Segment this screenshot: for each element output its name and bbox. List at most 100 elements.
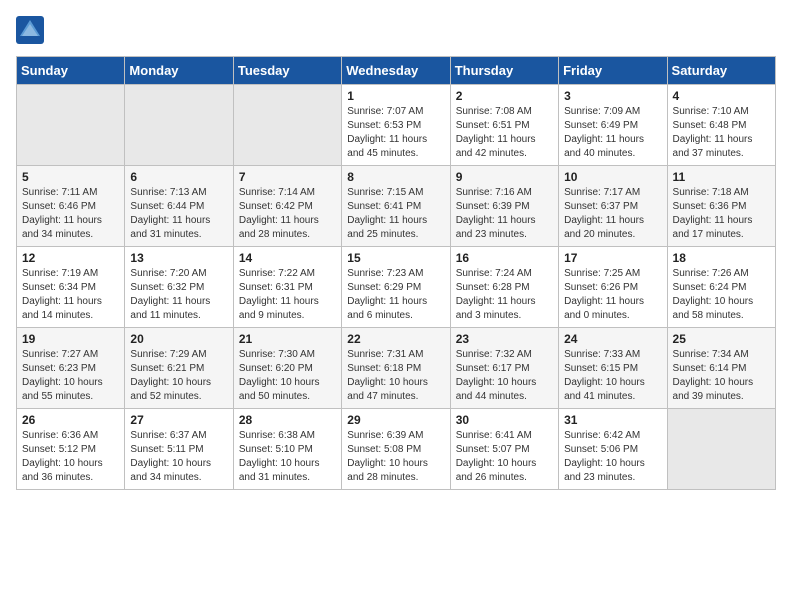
day-number: 27 (130, 413, 227, 427)
day-info: Sunrise: 7:08 AM Sunset: 6:51 PM Dayligh… (456, 105, 553, 161)
day-number: 28 (239, 413, 336, 427)
calendar-cell: 19Sunrise: 7:27 AM Sunset: 6:23 PM Dayli… (17, 328, 125, 409)
day-number: 14 (239, 251, 336, 265)
day-number: 18 (673, 251, 770, 265)
day-info: Sunrise: 6:37 AM Sunset: 5:11 PM Dayligh… (130, 429, 227, 485)
day-number: 22 (347, 332, 444, 346)
logo-icon (16, 16, 44, 44)
calendar-week-4: 19Sunrise: 7:27 AM Sunset: 6:23 PM Dayli… (17, 328, 776, 409)
day-number: 5 (22, 170, 119, 184)
calendar-cell: 13Sunrise: 7:20 AM Sunset: 6:32 PM Dayli… (125, 247, 233, 328)
weekday-header-monday: Monday (125, 57, 233, 85)
calendar-week-3: 12Sunrise: 7:19 AM Sunset: 6:34 PM Dayli… (17, 247, 776, 328)
day-info: Sunrise: 7:13 AM Sunset: 6:44 PM Dayligh… (130, 186, 227, 242)
day-number: 9 (456, 170, 553, 184)
calendar-cell: 2 Sunrise: 7:08 AM Sunset: 6:51 PM Daylig… (450, 85, 558, 166)
day-number: 4 (673, 89, 770, 103)
day-info: Sunrise: 6:38 AM Sunset: 5:10 PM Dayligh… (239, 429, 336, 485)
day-info: Sunrise: 7:15 AM Sunset: 6:41 PM Dayligh… (347, 186, 444, 242)
calendar-cell: 12Sunrise: 7:19 AM Sunset: 6:34 PM Dayli… (17, 247, 125, 328)
day-info: Sunrise: 7:30 AM Sunset: 6:20 PM Dayligh… (239, 348, 336, 404)
weekday-header-tuesday: Tuesday (233, 57, 341, 85)
weekday-header-wednesday: Wednesday (342, 57, 450, 85)
calendar-cell: 7 Sunrise: 7:14 AM Sunset: 6:42 PM Daylig… (233, 166, 341, 247)
day-info: Sunrise: 7:34 AM Sunset: 6:14 PM Dayligh… (673, 348, 770, 404)
calendar-cell: 29Sunrise: 6:39 AM Sunset: 5:08 PM Dayli… (342, 409, 450, 490)
calendar-cell: 15 Sunrise: 7:23 AM Sunset: 6:29 PM Dayli… (342, 247, 450, 328)
calendar-cell: 11 Sunrise: 7:18 AM Sunset: 6:36 PM Dayli… (667, 166, 775, 247)
calendar-cell: 21 Sunrise: 7:30 AM Sunset: 6:20 PM Dayli… (233, 328, 341, 409)
day-number: 30 (456, 413, 553, 427)
calendar-cell: 30Sunrise: 6:41 AM Sunset: 5:07 PM Dayli… (450, 409, 558, 490)
calendar-cell: 1 Sunrise: 7:07 AM Sunset: 6:53 PM Daylig… (342, 85, 450, 166)
calendar-cell: 3 Sunrise: 7:09 AM Sunset: 6:49 PM Daylig… (559, 85, 667, 166)
logo (16, 16, 48, 44)
calendar-cell: 8 Sunrise: 7:15 AM Sunset: 6:41 PM Daylig… (342, 166, 450, 247)
calendar-cell: 28 Sunrise: 6:38 AM Sunset: 5:10 PM Dayli… (233, 409, 341, 490)
day-number: 25 (673, 332, 770, 346)
day-number: 2 (456, 89, 553, 103)
weekday-header-thursday: Thursday (450, 57, 558, 85)
calendar-cell: 27 Sunrise: 6:37 AM Sunset: 5:11 PM Dayli… (125, 409, 233, 490)
day-info: Sunrise: 7:16 AM Sunset: 6:39 PM Dayligh… (456, 186, 553, 242)
calendar-cell: 16Sunrise: 7:24 AM Sunset: 6:28 PM Dayli… (450, 247, 558, 328)
weekday-header-saturday: Saturday (667, 57, 775, 85)
day-number: 10 (564, 170, 661, 184)
day-info: Sunrise: 7:31 AM Sunset: 6:18 PM Dayligh… (347, 348, 444, 404)
day-number: 23 (456, 332, 553, 346)
day-info: Sunrise: 6:36 AM Sunset: 5:12 PM Dayligh… (22, 429, 119, 485)
day-number: 21 (239, 332, 336, 346)
day-number: 13 (130, 251, 227, 265)
day-number: 11 (673, 170, 770, 184)
day-number: 20 (130, 332, 227, 346)
calendar-cell: 14Sunrise: 7:22 AM Sunset: 6:31 PM Dayli… (233, 247, 341, 328)
day-info: Sunrise: 7:10 AM Sunset: 6:48 PM Dayligh… (673, 105, 770, 161)
calendar-cell: 10 Sunrise: 7:17 AM Sunset: 6:37 PM Dayli… (559, 166, 667, 247)
calendar-week-2: 5 Sunrise: 7:11 AM Sunset: 6:46 PM Daylig… (17, 166, 776, 247)
day-number: 3 (564, 89, 661, 103)
calendar-cell (17, 85, 125, 166)
calendar-cell: 24Sunrise: 7:33 AM Sunset: 6:15 PM Dayli… (559, 328, 667, 409)
day-info: Sunrise: 6:42 AM Sunset: 5:06 PM Dayligh… (564, 429, 661, 485)
calendar-week-1: 1 Sunrise: 7:07 AM Sunset: 6:53 PM Daylig… (17, 85, 776, 166)
day-info: Sunrise: 7:09 AM Sunset: 6:49 PM Dayligh… (564, 105, 661, 161)
day-number: 7 (239, 170, 336, 184)
calendar-cell: 6 Sunrise: 7:13 AM Sunset: 6:44 PM Daylig… (125, 166, 233, 247)
calendar-cell: 5 Sunrise: 7:11 AM Sunset: 6:46 PM Daylig… (17, 166, 125, 247)
calendar-cell (233, 85, 341, 166)
day-number: 17 (564, 251, 661, 265)
day-info: Sunrise: 7:32 AM Sunset: 6:17 PM Dayligh… (456, 348, 553, 404)
day-info: Sunrise: 7:11 AM Sunset: 6:46 PM Dayligh… (22, 186, 119, 242)
day-number: 1 (347, 89, 444, 103)
day-number: 8 (347, 170, 444, 184)
calendar-cell: 9 Sunrise: 7:16 AM Sunset: 6:39 PM Daylig… (450, 166, 558, 247)
day-number: 6 (130, 170, 227, 184)
calendar-cell: 17 Sunrise: 7:25 AM Sunset: 6:26 PM Dayli… (559, 247, 667, 328)
calendar-cell: 31 Sunrise: 6:42 AM Sunset: 5:06 PM Dayli… (559, 409, 667, 490)
calendar-cell: 22 Sunrise: 7:31 AM Sunset: 6:18 PM Dayli… (342, 328, 450, 409)
day-number: 16 (456, 251, 553, 265)
calendar-cell (125, 85, 233, 166)
day-number: 31 (564, 413, 661, 427)
calendar-cell: 18 Sunrise: 7:26 AM Sunset: 6:24 PM Dayli… (667, 247, 775, 328)
calendar-cell: 23 Sunrise: 7:32 AM Sunset: 6:17 PM Dayli… (450, 328, 558, 409)
day-info: Sunrise: 6:39 AM Sunset: 5:08 PM Dayligh… (347, 429, 444, 485)
calendar-cell: 4 Sunrise: 7:10 AM Sunset: 6:48 PM Daylig… (667, 85, 775, 166)
day-info: Sunrise: 7:25 AM Sunset: 6:26 PM Dayligh… (564, 267, 661, 323)
calendar-cell: 26Sunrise: 6:36 AM Sunset: 5:12 PM Dayli… (17, 409, 125, 490)
calendar-cell: 20Sunrise: 7:29 AM Sunset: 6:21 PM Dayli… (125, 328, 233, 409)
day-info: Sunrise: 7:26 AM Sunset: 6:24 PM Dayligh… (673, 267, 770, 323)
calendar-cell: 25 Sunrise: 7:34 AM Sunset: 6:14 PM Dayli… (667, 328, 775, 409)
day-info: Sunrise: 7:18 AM Sunset: 6:36 PM Dayligh… (673, 186, 770, 242)
calendar-table: SundayMondayTuesdayWednesdayThursdayFrid… (16, 56, 776, 490)
weekday-header-friday: Friday (559, 57, 667, 85)
day-info: Sunrise: 7:07 AM Sunset: 6:53 PM Dayligh… (347, 105, 444, 161)
day-info: Sunrise: 7:23 AM Sunset: 6:29 PM Dayligh… (347, 267, 444, 323)
day-number: 12 (22, 251, 119, 265)
day-number: 15 (347, 251, 444, 265)
day-info: Sunrise: 7:14 AM Sunset: 6:42 PM Dayligh… (239, 186, 336, 242)
day-info: Sunrise: 7:17 AM Sunset: 6:37 PM Dayligh… (564, 186, 661, 242)
weekday-header-row: SundayMondayTuesdayWednesdayThursdayFrid… (17, 57, 776, 85)
day-number: 24 (564, 332, 661, 346)
day-number: 19 (22, 332, 119, 346)
